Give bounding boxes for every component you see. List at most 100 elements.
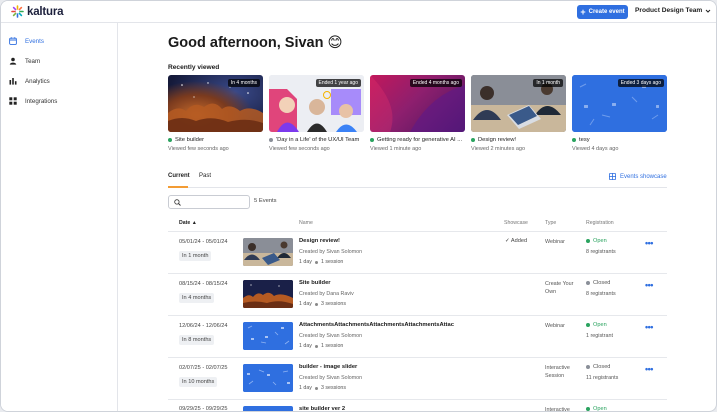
top-bar: kaltura + Create event Product Design Te… [1,1,716,23]
event-date: 12/06/24 - 12/06/24 [179,323,228,329]
events-showcase-link[interactable]: Events showcase [609,173,667,180]
tab-current[interactable]: Current [168,173,190,179]
sidebar-item-label: Integrations [25,97,58,105]
card-viewed-time: Viewed 1 minute ago [370,146,422,152]
registration-status-text: Closed [593,364,611,370]
relative-time-chip: In 10 months [179,377,218,387]
tab-past[interactable]: Past [199,173,211,179]
status-dot [586,323,590,327]
event-type: Webinar [545,323,565,329]
time-badge: Ended 1 year ago [315,79,361,87]
nebula-image [243,280,293,308]
status-dot [269,138,273,142]
sidebar-item-team[interactable]: Team [9,54,40,68]
event-duration: 1 day [299,301,312,307]
recent-card[interactable]: Ended 1 year ago 'Day in a Life' of the … [269,75,364,152]
showcase-grid-icon [609,173,616,180]
status-dot [586,281,590,285]
sidebar-item-label: Team [25,57,41,65]
card-title-text: 'Day in a Life' of the UX/UI Team [276,137,360,143]
event-name[interactable]: site builder ver 2 [299,406,485,411]
column-header-date-label: Date [179,220,191,226]
recent-card[interactable]: Ended 4 months ago Getting ready for gen… [370,75,465,152]
meeting-photo-image [243,238,293,266]
recent-card[interactable]: In 1 month Design review! Viewed 2 minut… [471,75,566,152]
registrants-count: 11 registrants [586,375,619,381]
column-header-date[interactable]: Date ▲ [179,220,197,226]
card-title-text: tesy [579,137,590,143]
card-title: Site builder [168,137,263,143]
event-thumbnail: In 4 months [168,75,263,132]
registration-status: Open [586,406,607,412]
status-dot [586,239,590,243]
event-type: Interactive [545,407,570,412]
table-divider [168,273,667,274]
more-options-icon[interactable]: ••• [645,322,653,332]
event-name[interactable]: builder - image slider [299,364,485,370]
sidebar-item-analytics[interactable]: Analytics [9,74,50,88]
events-tabs: Current Past [168,171,667,188]
relative-time-chip: In 4 months [179,293,215,303]
event-name[interactable]: AttachmentsAttachmentsAttachmentsAttachm… [299,322,485,328]
registration-status-text: Open [593,238,607,244]
card-viewed-time: Viewed few seconds ago [269,146,330,152]
logo-text: kaltura [27,5,64,18]
time-badge: In 4 months [227,79,260,87]
row-thumbnail [243,364,293,392]
event-sessions: 1 session [320,259,344,265]
event-creator: Created by Sivan Solomon [299,333,363,339]
event-thumbnail: Ended 4 months ago [370,75,465,132]
separator-dot [314,344,318,348]
team-switcher[interactable]: Product Design Team [635,7,711,14]
more-options-icon[interactable]: ••• [645,280,653,290]
card-viewed-time: Viewed few seconds ago [168,146,229,152]
row-thumbnail [243,238,293,266]
search-icon [174,198,181,206]
event-thumbnail: In 1 month [471,75,566,132]
status-dot [471,138,475,142]
status-dot [168,138,172,142]
event-thumbnail: Ended 3 days ago [572,75,667,132]
registration-status: Open [586,238,607,244]
registrants-count: 1 registrant [586,333,613,339]
recent-card[interactable]: Ended 3 days ago tesy Viewed 4 days ago [572,75,667,152]
column-header-registration: Registration [586,220,614,226]
create-event-button[interactable]: + Create event [577,5,628,19]
registration-status-text: Open [593,406,607,412]
event-sessions: 1 session [320,343,344,349]
card-title-text: Getting ready for generative AI ... [377,137,463,143]
event-meta: 1 day 3 sessions [299,301,346,307]
event-type: Create Your Own [545,281,574,295]
more-options-icon[interactable]: ••• [645,238,653,248]
event-name[interactable]: Design review! [299,238,485,244]
table-divider [168,399,667,400]
blue-pattern-image [243,322,293,350]
event-duration: 1 day [299,259,312,265]
status-dot [370,138,374,142]
sidebar-item-events[interactable]: Events [9,34,44,48]
table-divider [168,357,667,358]
more-options-icon[interactable]: ••• [645,364,653,374]
kaltura-logo[interactable]: kaltura [11,5,64,18]
sidebar-item-integrations[interactable]: Integrations [9,94,57,108]
recent-card[interactable]: In 4 months Site builder Viewed few seco… [168,75,263,152]
event-duration: 1 day [299,385,312,391]
sort-ascending-icon: ▲ [191,220,197,226]
events-showcase-label: Events showcase [620,173,667,180]
search-input[interactable] [168,195,250,209]
registrants-count: 8 registrants [586,291,616,297]
chevron-down-icon [705,9,711,13]
card-title: Design review! [471,137,566,143]
card-title: 'Day in a Life' of the UX/UI Team [269,137,364,143]
event-name[interactable]: Site builder [299,280,485,286]
card-viewed-time: Viewed 2 minutes ago [471,146,526,152]
event-type: Webinar [545,239,565,245]
registrants-count: 8 registrants [586,249,616,255]
sidebar-item-label: Analytics [25,77,50,85]
card-title: Getting ready for generative AI ... [370,137,465,143]
separator-dot [314,386,318,390]
event-thumbnail: Ended 1 year ago [269,75,364,132]
registration-status-text: Open [593,322,607,328]
sidebar-item-label: Events [25,37,44,45]
registration-status: Open [586,322,607,328]
